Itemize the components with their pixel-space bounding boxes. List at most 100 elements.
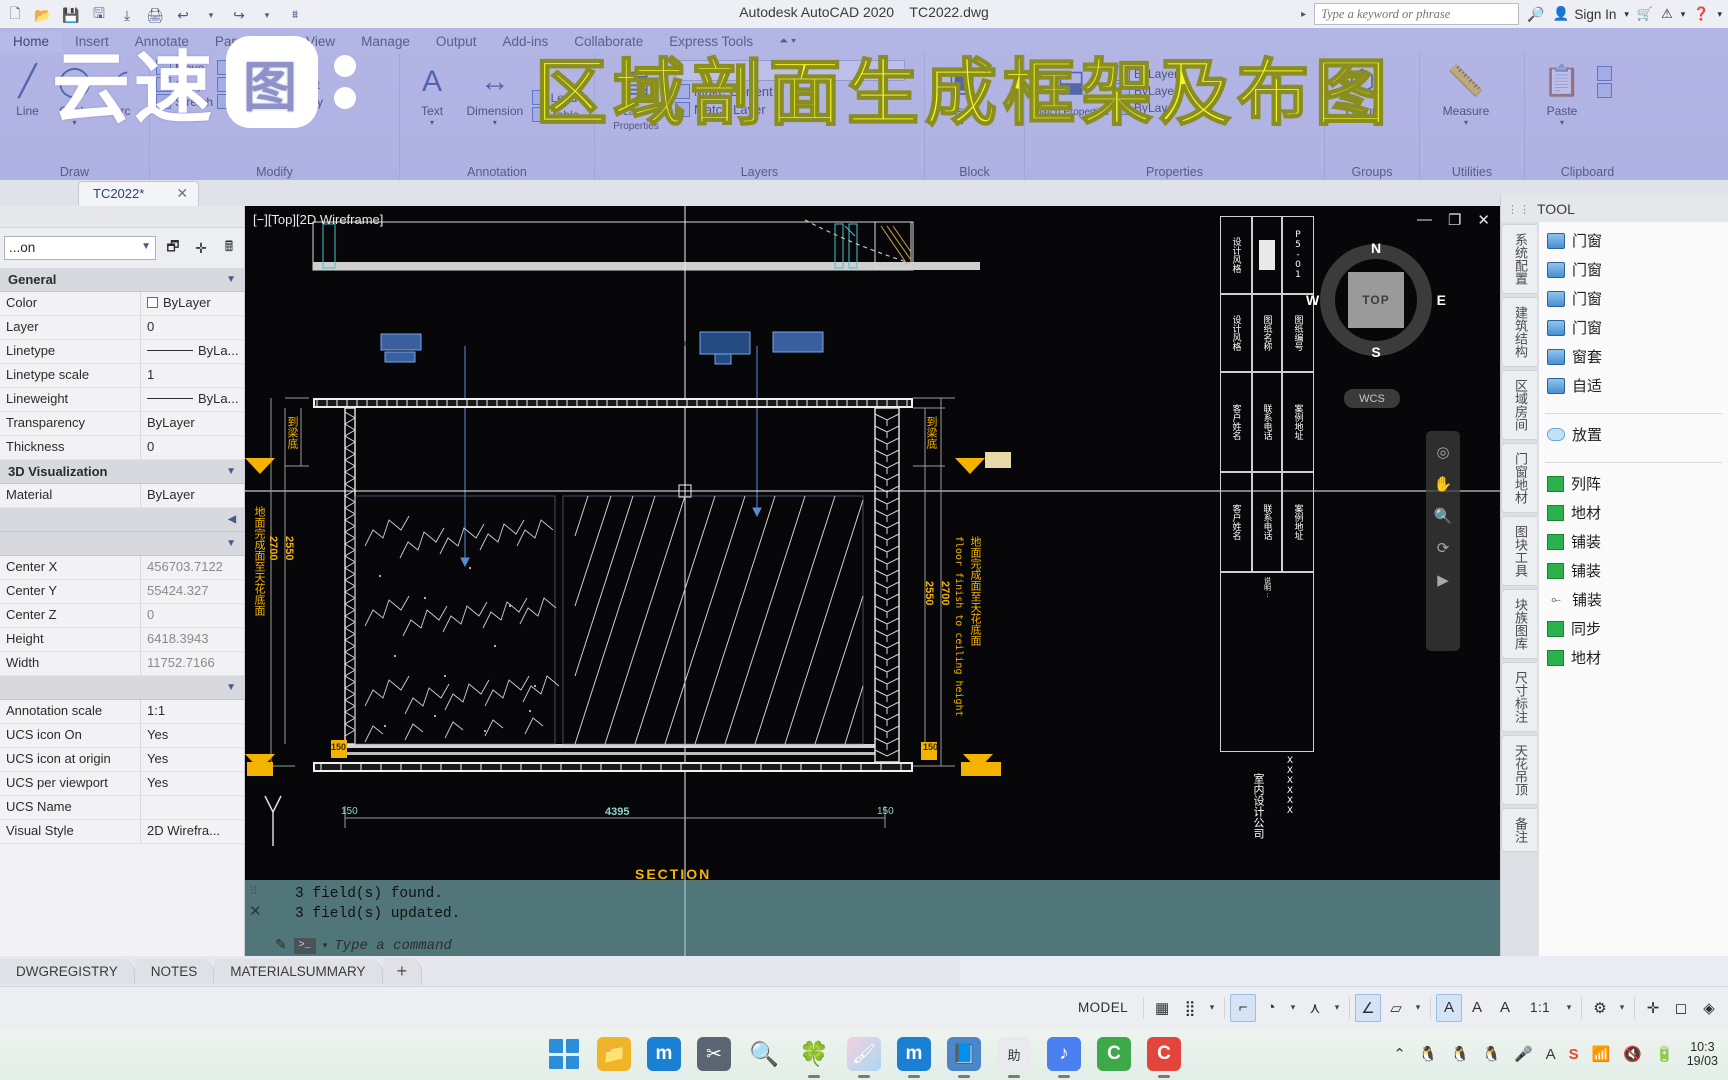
qq-icon-2[interactable]: 🐧 <box>1451 1045 1470 1063</box>
property-group-3d-visualization[interactable]: 3D Visualization ▼ <box>0 460 244 484</box>
qq-icon[interactable]: 🐧 <box>1419 1045 1438 1063</box>
customization-icon[interactable]: ✛ <box>1640 994 1666 1022</box>
polar-tracking-button[interactable]: ◔ <box>1258 994 1284 1022</box>
palette-tab-area-room[interactable]: 区域房间 <box>1501 370 1537 440</box>
tool-item-window-trim[interactable]: 窗套 <box>1539 342 1728 371</box>
palette-tab-dimensions[interactable]: 尺寸标注 <box>1501 662 1537 732</box>
draw-arc-button[interactable]: ◜ Arc <box>100 60 143 118</box>
tool-item-paving-line[interactable]: ⟜ 铺装 <box>1539 585 1728 614</box>
clover-icon[interactable]: 🍀 <box>797 1037 831 1071</box>
tool-item-paving-2[interactable]: 铺装 <box>1539 556 1728 585</box>
annotation-text-button[interactable]: A Text ▾ <box>406 60 458 127</box>
property-group-view[interactable]: View ▼ <box>0 532 244 556</box>
tool-item-paving-1[interactable]: 铺装 <box>1539 527 1728 556</box>
showmotion-icon[interactable]: ▶ <box>1437 571 1449 589</box>
ribbon-tab-view[interactable]: View <box>293 31 348 52</box>
property-row-height[interactable]: Height 6418.3943 <box>0 628 244 652</box>
property-linetype-row[interactable]: ByLayer <box>1115 83 1178 98</box>
draw-line-button[interactable]: ╱ Line <box>6 60 49 118</box>
property-value[interactable]: 1 <box>140 364 244 387</box>
text-dropdown-icon[interactable]: ▾ <box>406 118 458 127</box>
palette-tab-door-window-material[interactable]: 门窗地材 <box>1501 443 1537 513</box>
annotation-scale-button[interactable]: A <box>1492 994 1518 1022</box>
ribbon-tab-collaborate[interactable]: Collaborate <box>561 31 656 52</box>
palette-tab-block-library[interactable]: 块族图库 <box>1501 589 1537 659</box>
volume-muted-icon[interactable]: 🔇 <box>1623 1045 1642 1063</box>
property-row-ucs-icon-on[interactable]: UCS icon On Yes <box>0 724 244 748</box>
modify-fillet-button[interactable]: Fillet <box>275 77 323 92</box>
cut-button[interactable] <box>1597 66 1612 81</box>
close-icon[interactable]: ✕ <box>1477 211 1490 229</box>
ribbon-tab-manage[interactable]: Manage <box>348 31 423 52</box>
search-expand-icon[interactable]: ▸ <box>1301 9 1306 20</box>
add-layout-button[interactable]: + <box>382 957 423 985</box>
property-row-material[interactable]: Material ByLayer <box>0 484 244 508</box>
palette-tab-notes[interactable]: 备注 <box>1501 808 1537 852</box>
ribbon-tab-annotate[interactable]: Annotate <box>122 31 202 52</box>
workspace-settings-icon[interactable]: ⚙ <box>1587 994 1613 1022</box>
chevron-down-icon[interactable]: ▼ <box>141 241 151 252</box>
hardware-acceleration-icon[interactable]: ◈ <box>1696 994 1722 1022</box>
make-current-button[interactable]: Make Current <box>675 84 905 99</box>
property-row-visual-style[interactable]: Visual Style 2D Wirefra... <box>0 820 244 844</box>
export-icon[interactable]: ⤓ <box>116 4 138 26</box>
draw-circle-button[interactable]: ◯ Circle ▾ <box>53 60 96 127</box>
copy-clip-button[interactable] <box>1597 83 1612 98</box>
property-value[interactable]: 0 <box>140 436 244 459</box>
viewcube-east-label[interactable]: E <box>1437 292 1446 308</box>
restore-icon[interactable]: ❐ <box>1448 211 1461 229</box>
model-space-button[interactable]: MODEL <box>1068 994 1138 1022</box>
polar-dropdown-icon[interactable]: ▾ <box>1286 994 1300 1022</box>
microphone-icon[interactable]: 🎤 <box>1514 1045 1533 1063</box>
battery-icon[interactable]: 🔋 <box>1655 1045 1674 1063</box>
cad-tool-icon[interactable]: C <box>1147 1037 1181 1071</box>
redo-dropdown-icon[interactable]: ▾ <box>256 4 278 26</box>
undo-icon[interactable]: ↩ <box>172 4 194 26</box>
maxthon-browser-icon[interactable]: m <box>647 1037 681 1071</box>
panel-block-title[interactable]: Block <box>925 165 1024 179</box>
sign-in-button[interactable]: 👤 Sign In <box>1553 6 1617 22</box>
panel-utilities-title[interactable]: Utilities <box>1420 165 1524 179</box>
property-group-misc[interactable]: Misc ▼ <box>0 676 244 700</box>
command-input[interactable]: Type a command <box>334 938 452 954</box>
layout-tab-materialsummary[interactable]: MATERIALSUMMARY <box>214 958 383 984</box>
chevron-down-icon[interactable]: ▼ <box>226 274 236 285</box>
close-icon[interactable]: ✕ <box>249 902 262 920</box>
property-row-linetype-scale[interactable]: Linetype scale 1 <box>0 364 244 388</box>
modify-stretch-button[interactable]: Stretch <box>156 94 213 109</box>
annotation-scale-value[interactable]: 1:1 <box>1520 994 1560 1022</box>
zoom-extents-icon[interactable]: 🔍 <box>1434 507 1453 525</box>
tool-item-window-2[interactable]: 门窗 <box>1539 255 1728 284</box>
document-tab-tc2022[interactable]: TC2022* ✕ <box>78 181 200 206</box>
property-row-layer[interactable]: Layer 0 <box>0 316 244 340</box>
chevron-down-icon[interactable]: ▼ <box>226 466 236 477</box>
drawing-canvas[interactable]: 到梁底 2700 2550 地面完成面至天花底面 150 到梁底 2550 27… <box>245 206 1500 956</box>
search-icon[interactable]: 🔎 <box>1527 6 1544 23</box>
chevron-down-icon[interactable]: ▼ <box>226 682 236 693</box>
property-lineweight-row[interactable]: ByLayer <box>1115 100 1178 115</box>
property-row-center-x[interactable]: Center X 456703.7122 <box>0 556 244 580</box>
property-value[interactable] <box>140 796 244 819</box>
saveas-icon[interactable]: 🖫 <box>88 4 110 26</box>
help-dropdown-icon[interactable]: ▾ <box>1717 9 1722 20</box>
tool-item-place[interactable]: 放置 <box>1539 420 1728 449</box>
command-dropdown-icon[interactable]: ▾ <box>323 941 328 951</box>
insert-block-button[interactable]: ▣ Insert ▾ <box>931 60 993 127</box>
viewcube[interactable]: TOP N E S W <box>1306 240 1446 360</box>
steering-wheel-icon[interactable]: ◎ <box>1436 443 1449 461</box>
command-grip-icon[interactable]: ⠿ <box>249 884 258 898</box>
palette-tab-block-tools[interactable]: 图块工具 <box>1501 516 1537 586</box>
input-method-icon[interactable]: A <box>1546 1046 1556 1063</box>
object-snap-tracking-button[interactable]: ∠ <box>1355 993 1382 1022</box>
property-row-ucs-per-viewport[interactable]: UCS per viewport Yes <box>0 772 244 796</box>
clock[interactable]: 10:3 19/03 <box>1687 1040 1718 1068</box>
match-properties-button[interactable]: ⬓ Match Properties <box>1031 60 1111 118</box>
annotation-scale-dropdown-icon[interactable]: ▾ <box>1562 994 1576 1022</box>
property-row-transparency[interactable]: Transparency ByLayer <box>0 412 244 436</box>
search-input[interactable] <box>1314 3 1520 25</box>
snap-dropdown-icon[interactable]: ▾ <box>1205 994 1219 1022</box>
property-value[interactable]: Yes <box>140 772 244 795</box>
measure-dropdown-icon[interactable]: ▾ <box>1426 118 1506 127</box>
assistant-icon[interactable]: 助 <box>997 1037 1031 1071</box>
wifi-icon[interactable]: 📶 <box>1592 1045 1611 1063</box>
